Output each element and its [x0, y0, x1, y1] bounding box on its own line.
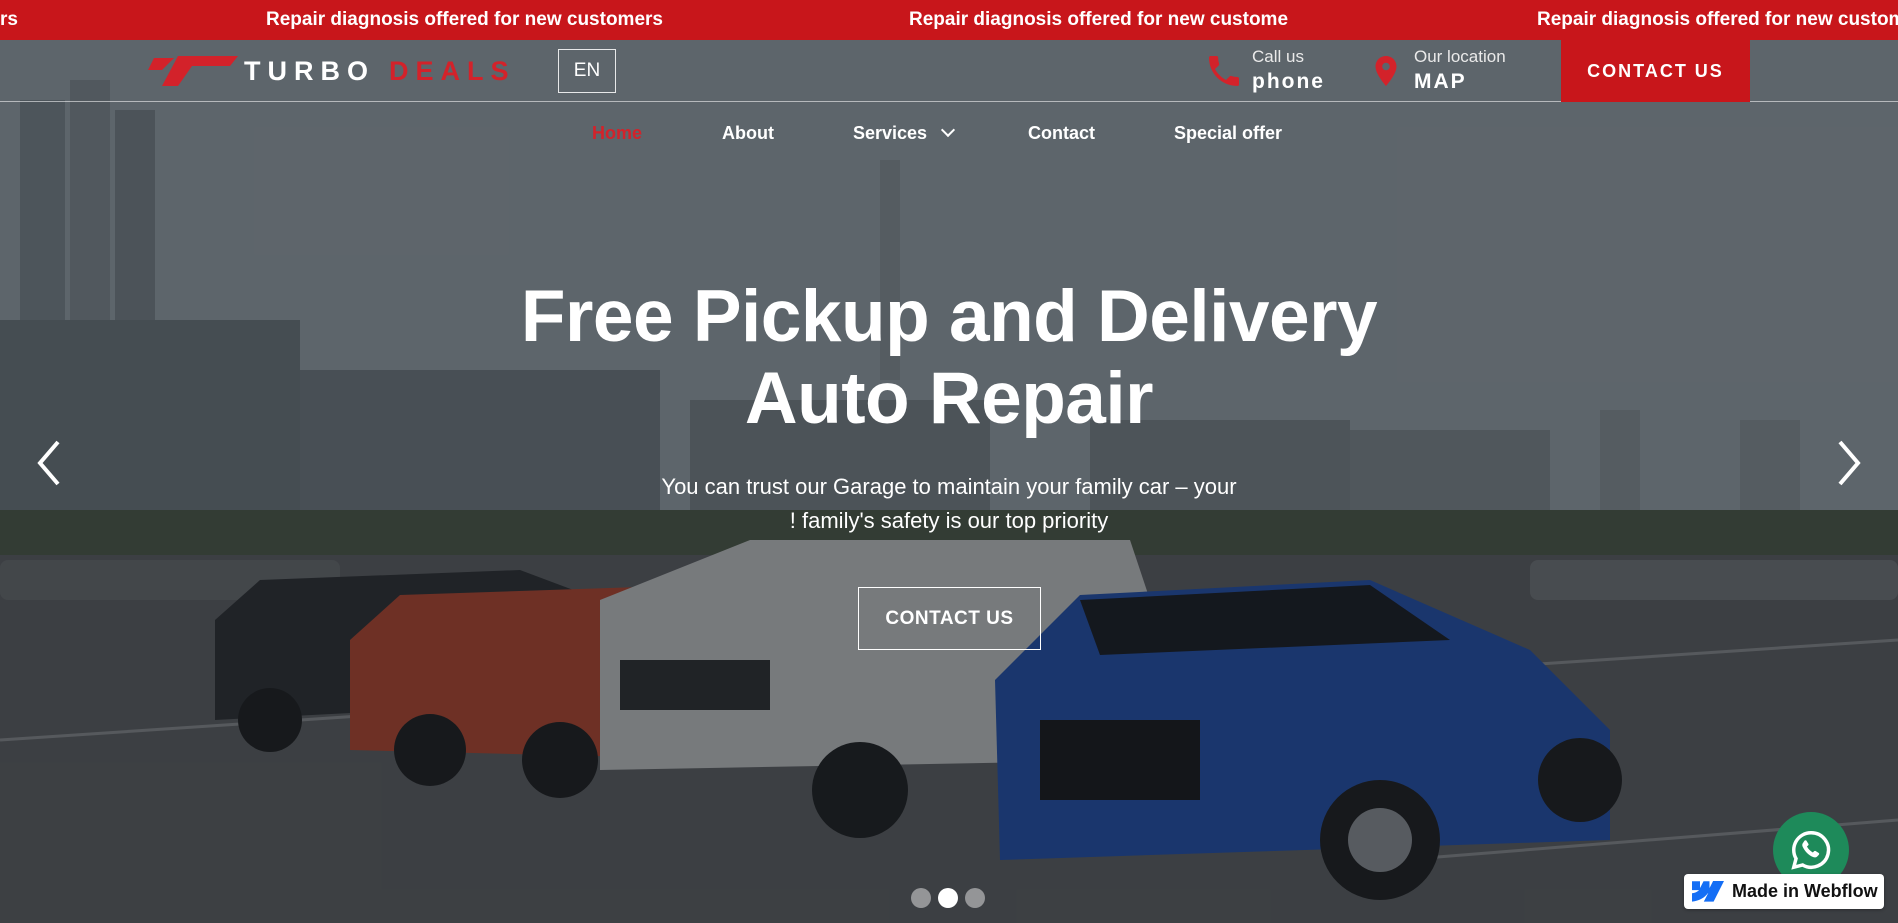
language-selector[interactable]: EN	[558, 49, 616, 93]
location-contact[interactable]: Our location MAP	[1364, 46, 1506, 96]
hero-headline-line2: Auto Repair	[744, 358, 1154, 439]
webflow-badge-text: Made in Webflow	[1732, 881, 1878, 901]
site-header: TURBO DEALS EN Call us phone Our location…	[0, 40, 1898, 102]
slider-dots	[911, 888, 985, 908]
nav-item-about[interactable]: About	[722, 120, 774, 146]
location-label: Our location	[1414, 47, 1506, 66]
slider-dot-active[interactable]	[938, 888, 958, 908]
hero-subline-line2: ! family's safety is our top priority	[789, 508, 1109, 533]
whatsapp-icon	[1791, 831, 1831, 870]
ticker-item: rs	[0, 9, 18, 30]
main-nav: Home About Services Contact Special offe…	[0, 120, 1898, 146]
phone-contact[interactable]: Call us phone	[1202, 46, 1325, 96]
nav-item-home[interactable]: Home	[592, 120, 642, 146]
nav-item-services-label: Services	[853, 123, 928, 143]
chevron-down-icon	[941, 122, 956, 138]
ticker-item: Repair diagnosis offered for new custome	[909, 9, 1289, 30]
phone-value: phone	[1252, 70, 1325, 93]
logo-wordmark: TURBO DEALS	[244, 56, 516, 87]
slider-dot[interactable]	[911, 888, 931, 908]
hero-headline: Free Pickup and Delivery Auto Repair	[349, 276, 1549, 440]
chevron-left-icon[interactable]	[34, 438, 64, 488]
header-contact-button[interactable]: CONTACT US	[1561, 40, 1750, 102]
location-value: MAP	[1414, 70, 1467, 93]
phone-label: Call us	[1252, 47, 1304, 66]
hero-headline-line1: Free Pickup and Delivery	[520, 276, 1378, 357]
hero-subline-line1: You can trust our Garage to maintain you…	[661, 474, 1237, 499]
webflow-logo-icon	[1692, 880, 1724, 902]
hero-subline: You can trust our Garage to maintain you…	[599, 470, 1299, 538]
announcement-ticker: rs Repair diagnosis offered for new cust…	[0, 0, 1898, 40]
logo-word-turbo: TURBO	[244, 55, 375, 86]
map-pin-icon	[1364, 49, 1408, 93]
made-in-webflow-badge[interactable]: Made in Webflow	[1684, 874, 1884, 909]
slider-dot[interactable]	[965, 888, 985, 908]
site-logo[interactable]: TURBO DEALS	[148, 54, 516, 88]
nav-item-special-offer[interactable]: Special offer	[1174, 120, 1282, 146]
ticker-item: Repair diagnosis offered for new custom	[1537, 9, 1898, 30]
logo-mark-icon	[148, 56, 238, 86]
ticker-item: Repair diagnosis offered for new custome…	[266, 9, 663, 30]
hero-contact-button[interactable]: CONTACT US	[858, 587, 1041, 650]
phone-icon	[1202, 49, 1246, 93]
logo-word-deals: DEALS	[389, 55, 516, 86]
nav-item-services[interactable]: Services	[853, 120, 956, 146]
chevron-right-icon[interactable]	[1834, 438, 1864, 488]
nav-item-contact[interactable]: Contact	[1028, 120, 1095, 146]
